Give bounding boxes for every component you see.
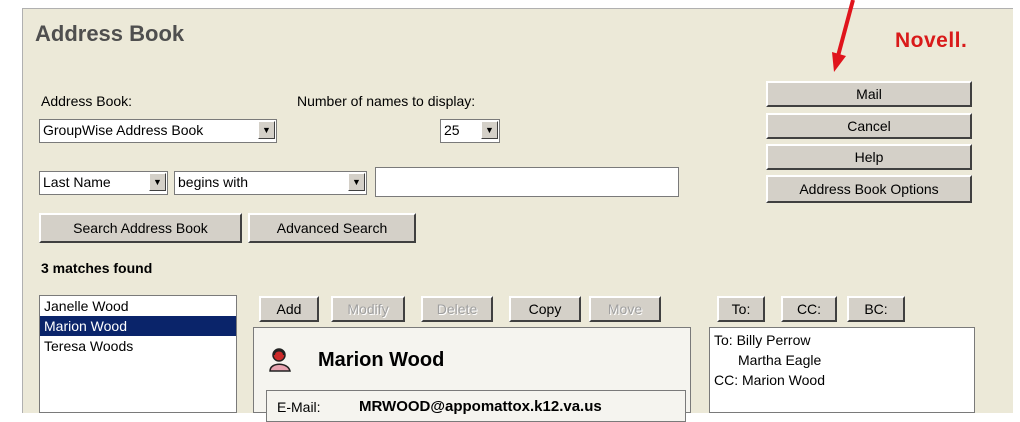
- address-book-label: Address Book:: [41, 93, 133, 109]
- matches-count: 3 matches found: [41, 260, 153, 276]
- advanced-search-button[interactable]: Advanced Search: [248, 213, 416, 243]
- contact-detail-panel: Marion Wood E-Mail: MRWOOD@appomattox.k1…: [253, 327, 691, 422]
- search-address-book-button[interactable]: Search Address Book: [39, 213, 242, 243]
- list-item[interactable]: Janelle Wood: [40, 296, 236, 316]
- add-button[interactable]: Add: [259, 296, 319, 322]
- address-book-options-button[interactable]: Address Book Options: [766, 175, 972, 203]
- recipients-list[interactable]: To: Billy Perrow Martha Eagle CC: Marion…: [709, 327, 975, 413]
- names-to-display-value: 25: [444, 122, 460, 138]
- novell-logo: Novell.: [895, 29, 968, 52]
- help-button[interactable]: Help: [766, 144, 972, 170]
- names-to-display-select[interactable]: 25 ▼: [440, 119, 500, 143]
- names-to-display-label: Number of names to display:: [297, 93, 476, 109]
- arrow-shaft: [836, 0, 855, 57]
- dialog-title: Address Book: [35, 21, 185, 46]
- recipient-line[interactable]: To: Billy Perrow: [714, 330, 970, 350]
- email-label: E-Mail:: [277, 399, 321, 415]
- move-button[interactable]: Move: [589, 296, 661, 322]
- chevron-down-icon[interactable]: ▼: [258, 121, 275, 139]
- chevron-down-icon[interactable]: ▼: [149, 173, 166, 191]
- bc-button[interactable]: BC:: [847, 296, 905, 322]
- recipient-line[interactable]: CC: Marion Wood: [714, 370, 970, 390]
- chevron-down-icon[interactable]: ▼: [348, 173, 365, 191]
- recipient-line[interactable]: Martha Eagle: [714, 350, 970, 370]
- address-book-select-value: GroupWise Address Book: [43, 122, 204, 138]
- address-book-select[interactable]: GroupWise Address Book ▼: [39, 119, 277, 143]
- background-window-edge: [0, 0, 22, 412]
- copy-button[interactable]: Copy: [509, 296, 581, 322]
- to-button[interactable]: To:: [717, 296, 765, 322]
- cc-button[interactable]: CC:: [781, 296, 837, 322]
- arrow-head: [832, 52, 846, 72]
- list-item[interactable]: Teresa Woods: [40, 336, 236, 356]
- person-icon: [268, 347, 292, 373]
- contact-name: Marion Wood: [318, 349, 445, 371]
- chevron-down-icon[interactable]: ▼: [481, 121, 498, 139]
- delete-button[interactable]: Delete: [421, 296, 493, 322]
- email-value[interactable]: MRWOOD@appomattox.k12.va.us: [359, 398, 602, 415]
- search-field-value: Last Name: [43, 174, 111, 190]
- list-item-selected[interactable]: Marion Wood: [40, 316, 236, 336]
- modify-button[interactable]: Modify: [331, 296, 405, 322]
- email-box: E-Mail: MRWOOD@appomattox.k12.va.us: [266, 390, 686, 422]
- search-field-select[interactable]: Last Name ▼: [39, 171, 168, 195]
- search-condition-select[interactable]: begins with ▼: [174, 171, 367, 195]
- mail-button[interactable]: Mail: [766, 81, 972, 107]
- search-text-input[interactable]: [375, 167, 679, 197]
- search-condition-value: begins with: [178, 174, 249, 190]
- cancel-button[interactable]: Cancel: [766, 113, 972, 139]
- address-book-dialog: Address Book Novell. Address Book: Group…: [22, 8, 1013, 422]
- annotation-arrow-icon: [832, 0, 855, 72]
- results-list[interactable]: Janelle Wood Marion Wood Teresa Woods: [39, 295, 237, 413]
